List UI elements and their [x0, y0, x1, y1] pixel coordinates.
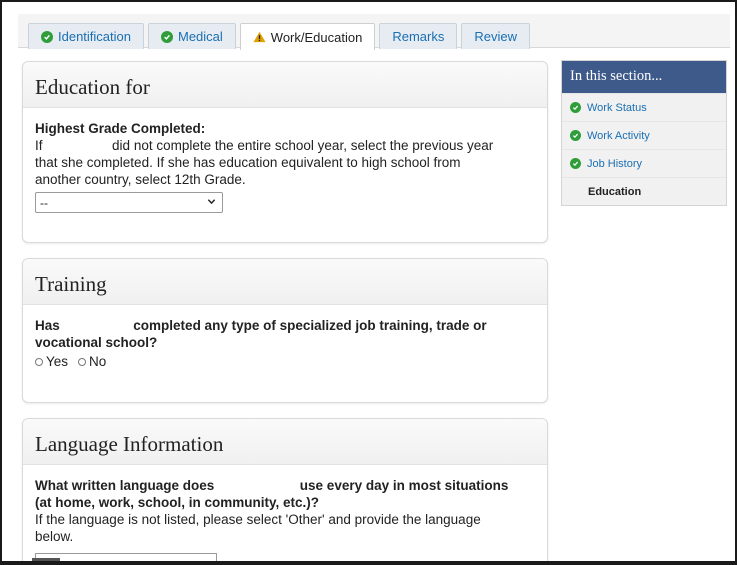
training-question: Has completed any type of specialized jo…	[35, 317, 547, 334]
section-nav-item-work-activity[interactable]: Work Activity	[562, 121, 726, 149]
check-circle-icon	[570, 102, 581, 113]
tab-identification[interactable]: Identification	[28, 23, 144, 49]
section-nav-item-work-status[interactable]: Work Status	[562, 93, 726, 121]
question-part: What written language does	[35, 478, 215, 493]
radio-no[interactable]: No	[78, 353, 106, 370]
radio-button[interactable]	[35, 357, 43, 366]
help-text-line: that she completed. If she has education…	[35, 155, 461, 170]
language-panel: Language Information What written langua…	[22, 418, 548, 561]
tab-bar: Identification Medical Work/Education Re…	[18, 14, 730, 50]
highest-grade-select[interactable]: --	[35, 192, 223, 213]
section-nav-label: Job History	[587, 157, 643, 170]
section-nav-label: Education	[588, 185, 642, 198]
check-circle-icon	[570, 158, 581, 169]
tab-label: Medical	[178, 29, 223, 44]
help-text-line: below.	[35, 529, 74, 544]
training-title: Training	[35, 272, 107, 296]
section-nav: In this section... Work Status Work Acti…	[561, 60, 727, 206]
help-text: If did not complete the entire school ye…	[35, 137, 547, 154]
tab-work-education[interactable]: Work/Education	[239, 23, 376, 50]
education-title: Education for	[35, 75, 150, 99]
chevron-down-icon	[207, 199, 216, 205]
help-text-part: did not complete the entire school year,…	[112, 138, 494, 153]
section-nav-label: Work Status	[587, 101, 647, 114]
tab-label: Remarks	[392, 29, 445, 44]
radio-label: No	[89, 354, 107, 369]
question-part: use every day in most situations	[299, 478, 509, 493]
help-text-line: another country, select 12th Grade.	[35, 172, 246, 187]
training-radio-group: Yes No	[35, 353, 547, 370]
help-text-part: If	[35, 138, 43, 153]
panel-header: Language Information	[23, 419, 547, 465]
tab-label: Review	[474, 29, 517, 44]
training-question-line: vocational school?	[35, 335, 158, 350]
app-frame: Identification Medical Work/Education Re…	[0, 0, 737, 565]
education-panel: Education for Highest Grade Completed: I…	[22, 61, 548, 243]
tab-label: Work/Education	[270, 29, 363, 45]
question-part: Has	[35, 318, 60, 333]
language-title: Language Information	[35, 432, 224, 456]
radio-button[interactable]	[78, 357, 87, 366]
language-question-line: (at home, work, school, in community, et…	[35, 495, 320, 510]
check-circle-icon	[161, 30, 173, 43]
panel-header: Training	[23, 259, 547, 305]
tab-label: Identification	[58, 29, 131, 44]
question-part: completed any type of specialized job tr…	[133, 318, 487, 333]
panel-header: Education for	[23, 62, 547, 108]
tab-remarks[interactable]: Remarks	[379, 23, 458, 49]
radio-label: Yes	[46, 354, 69, 369]
radio-yes[interactable]: Yes	[35, 353, 68, 370]
check-circle-icon	[570, 130, 581, 141]
tab-medical[interactable]: Medical	[148, 23, 236, 49]
select-value: --	[40, 196, 48, 210]
check-circle-icon	[41, 30, 53, 43]
section-nav-heading: In this section...	[562, 61, 726, 93]
scrollbar-thumb[interactable]	[32, 558, 60, 561]
section-nav-item-job-history[interactable]: Job History	[562, 149, 726, 177]
language-question: What written language does use every day…	[35, 477, 547, 494]
help-text-line: If the language is not listed, please se…	[35, 512, 481, 527]
language-input[interactable]	[35, 553, 217, 561]
section-nav-item-education: Education	[562, 177, 726, 205]
highest-grade-question: Highest Grade Completed:	[35, 121, 206, 136]
tab-review[interactable]: Review	[461, 23, 530, 49]
training-panel: Training Has completed any type of speci…	[22, 258, 548, 403]
warning-icon	[253, 31, 266, 43]
section-nav-label: Work Activity	[587, 129, 650, 142]
